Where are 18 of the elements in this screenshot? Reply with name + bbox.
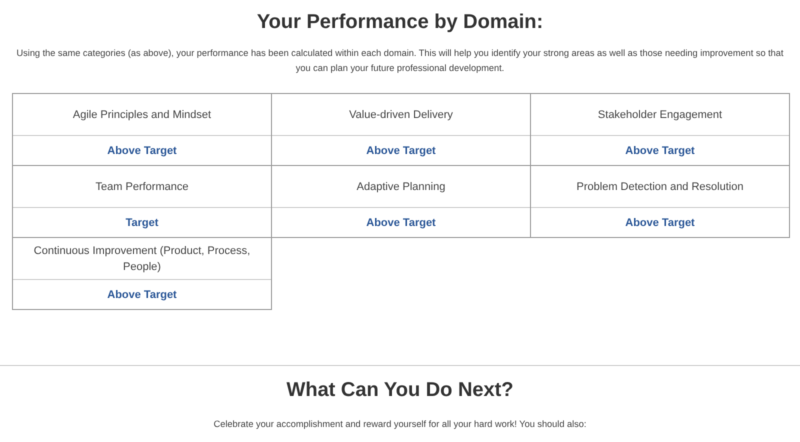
section-heading: Your Performance by Domain: <box>256 10 544 34</box>
domain-name: Problem Detection and Resolution <box>531 166 789 208</box>
domain-name: Continuous Improvement (Product, Process, People) <box>13 238 271 280</box>
domain-name: Value-driven Delivery <box>272 94 530 136</box>
domain-rating: Above Target <box>365 144 437 158</box>
domain-rating: Above Target <box>624 216 696 230</box>
domain-rating: Target <box>124 216 160 230</box>
domain-rating: Above Target <box>624 144 696 158</box>
domain-rating: Above Target <box>106 288 178 302</box>
domain-rating: Above Target <box>106 144 178 158</box>
section-heading: What Can You Do Next? <box>285 378 515 402</box>
domain-rating: Above Target <box>365 216 437 230</box>
intro-paragraph: Celebrate your accomplishment and reward yourself for all your hard work! You should also: <box>212 418 588 431</box>
domain-name: Team Performance <box>13 166 271 208</box>
domain-name: Adaptive Planning <box>272 166 530 208</box>
intro-paragraph: Using the same categories (as above), your performance has been calculated within each domain. This will help you identify your strong areas as well as those needing improvement so that you can plan your future professional development. <box>16 47 784 75</box>
domain-name: Agile Principles and Mindset <box>13 94 271 136</box>
domain-name: Stakeholder Engagement <box>531 94 789 136</box>
